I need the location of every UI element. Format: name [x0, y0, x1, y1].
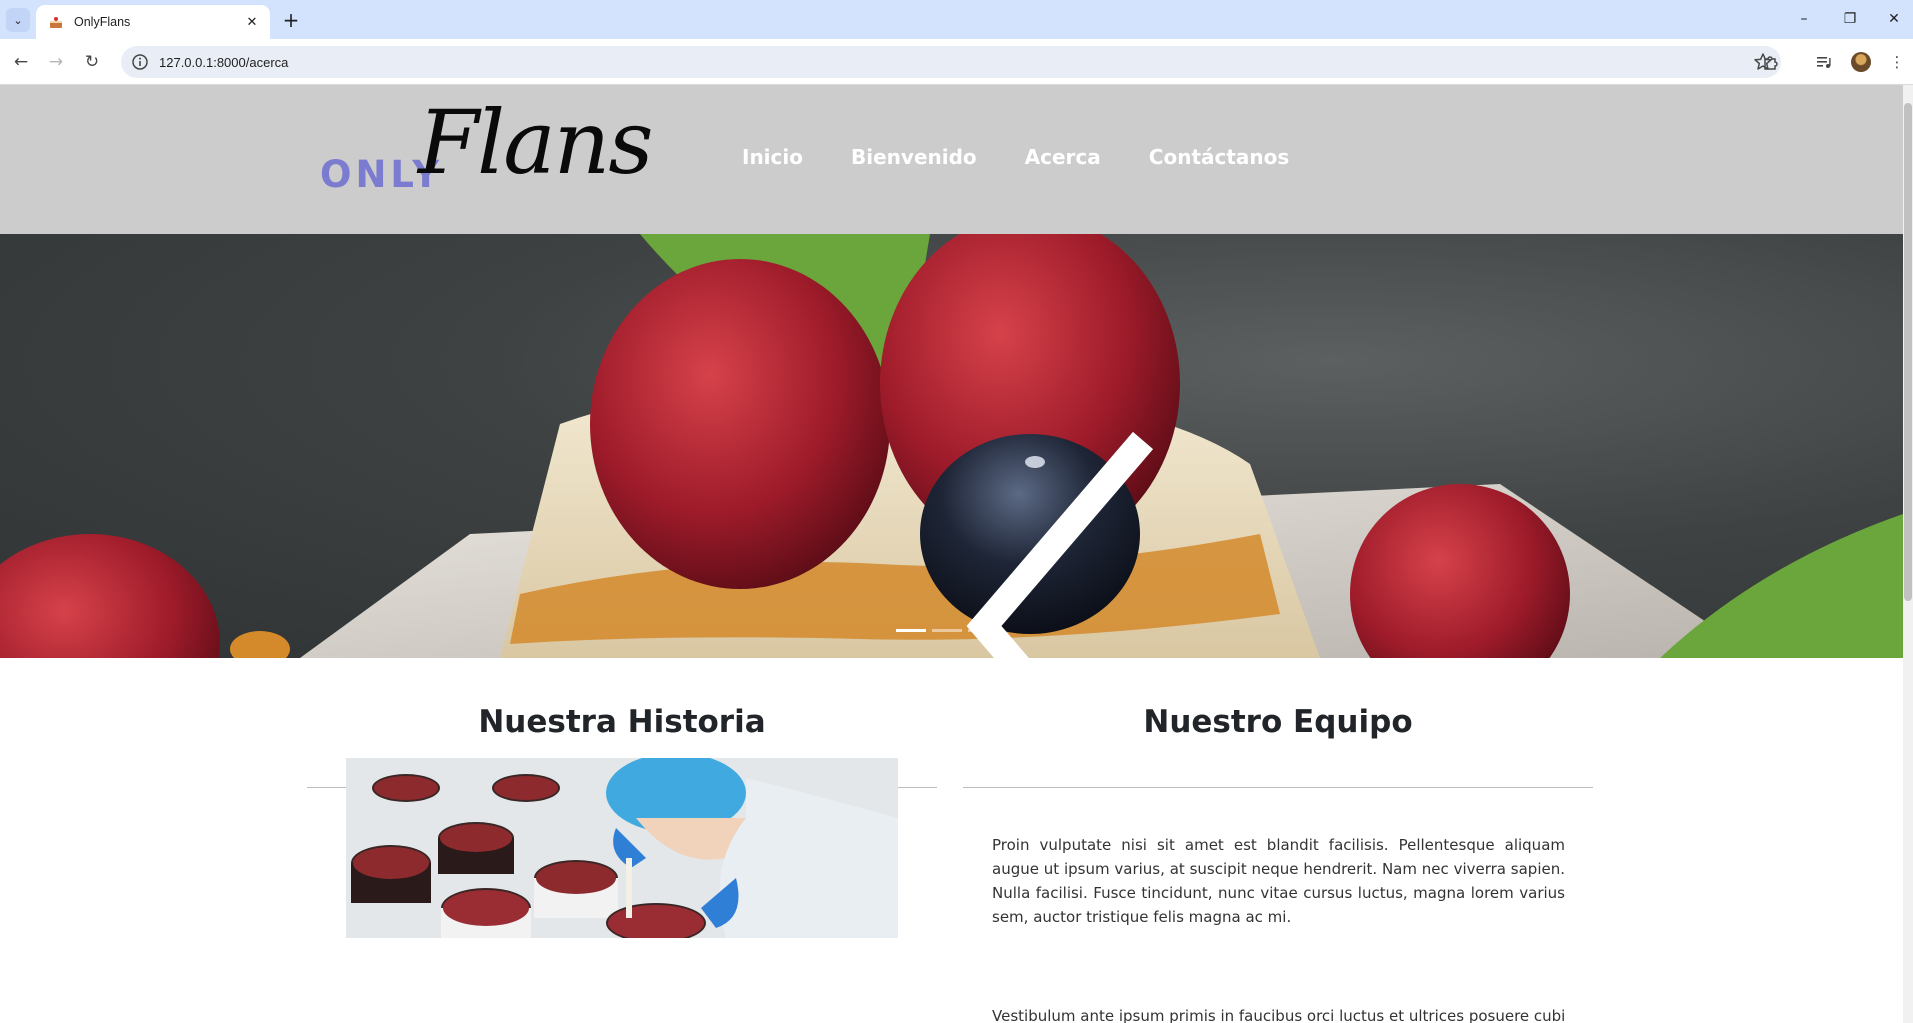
plus-icon: + [282, 8, 300, 32]
kebab-icon: ⋮ [1889, 53, 1905, 71]
page-scrollbar[interactable] [1903, 85, 1913, 1023]
equipo-paragraph-2: Vestibulum ante ipsum primis in faucibus… [992, 1007, 1565, 1023]
back-button[interactable]: ← [9, 50, 33, 74]
reload-button[interactable]: ↻ [80, 50, 104, 74]
reload-icon: ↻ [84, 52, 100, 72]
carousel-next-button[interactable] [1724, 414, 1784, 474]
carousel-indicator-2[interactable] [932, 629, 962, 632]
browser-tab[interactable]: OnlyFlans ✕ [36, 5, 270, 39]
minimize-button[interactable]: – [1782, 4, 1826, 34]
logo-flans-text: Flans [418, 91, 654, 194]
carousel-indicator-3[interactable] [968, 629, 998, 632]
browser-menu-button[interactable]: ⋮ [1886, 51, 1908, 73]
new-tab-button[interactable]: + [279, 8, 303, 32]
browser-toolbar: ← → ↻ 127.0.0.1:8000/acerca ⋮ [0, 39, 1913, 85]
pastry-chef-photo [346, 758, 898, 938]
close-tab-button[interactable]: ✕ [242, 12, 262, 32]
minimize-icon: – [1800, 11, 1808, 27]
scrollbar-thumb[interactable] [1904, 103, 1912, 601]
nav-link-inicio[interactable]: Inicio [742, 145, 803, 169]
hero-carousel [0, 234, 1903, 658]
profile-avatar[interactable] [1851, 52, 1871, 72]
browser-tab-strip: ⌄ OnlyFlans ✕ + – ❐ ✕ [0, 0, 1913, 39]
restore-icon: ❐ [1843, 11, 1857, 27]
equipo-paragraph-1: Proin vulputate nisi sit amet est blandi… [992, 836, 1565, 926]
chevron-left-icon [966, 431, 1154, 658]
close-icon: ✕ [1888, 11, 1900, 27]
historia-title: Nuestra Historia [478, 704, 766, 740]
info-icon[interactable] [131, 53, 149, 71]
carousel-indicator-1[interactable] [896, 629, 926, 632]
arrow-right-icon: → [48, 52, 64, 72]
tab-title: OnlyFlans [74, 15, 131, 29]
chevron-down-icon: ⌄ [13, 13, 23, 27]
equipo-title: Nuestro Equipo [1143, 704, 1413, 740]
address-bar[interactable]: 127.0.0.1:8000/acerca [121, 46, 1781, 78]
chevron-right-icon [1724, 414, 1903, 658]
nav-link-acerca[interactable]: Acerca [1025, 145, 1101, 169]
extensions-button[interactable] [1760, 51, 1782, 73]
url-text[interactable]: 127.0.0.1:8000/acerca [159, 55, 1753, 70]
carousel-prev-button[interactable] [112, 414, 1154, 658]
web-page: ONLY Flans Inicio Bienvenido Acerca Cont… [0, 85, 1903, 1023]
arrow-left-icon: ← [13, 52, 29, 72]
cake-favicon-icon [50, 17, 62, 28]
nav-link-bienvenido[interactable]: Bienvenido [851, 145, 977, 169]
puzzle-icon [1764, 56, 1778, 70]
main-nav: Inicio Bienvenido Acerca Contáctanos [742, 145, 1289, 169]
media-icon [1817, 57, 1831, 68]
media-controls-button[interactable] [1813, 51, 1835, 73]
forward-button[interactable]: → [44, 50, 68, 74]
equipo-divider [963, 787, 1593, 788]
site-header: ONLY Flans Inicio Bienvenido Acerca Cont… [0, 85, 1903, 234]
nav-link-contactanos[interactable]: Contáctanos [1149, 145, 1290, 169]
close-window-button[interactable]: ✕ [1872, 4, 1913, 34]
close-icon: ✕ [246, 14, 258, 30]
restore-button[interactable]: ❐ [1828, 4, 1872, 34]
site-logo[interactable]: ONLY Flans [318, 99, 693, 213]
carousel-indicators [896, 629, 998, 632]
tab-search-button[interactable]: ⌄ [6, 8, 30, 32]
